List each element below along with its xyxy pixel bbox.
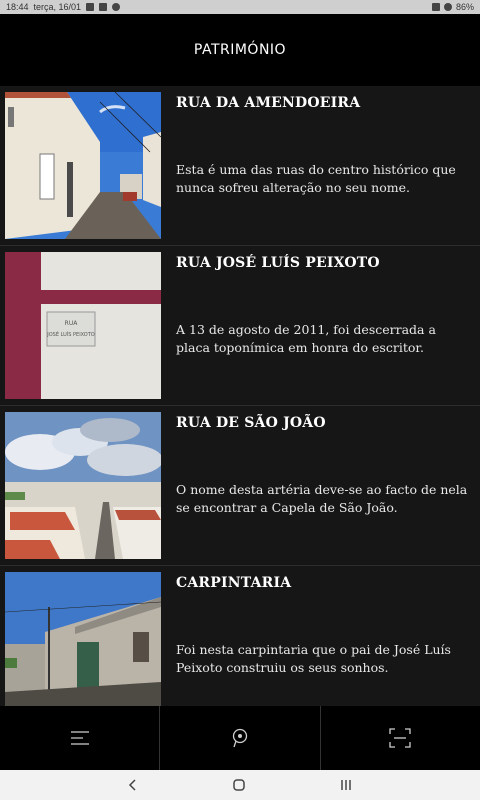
item-description: Esta é uma das ruas do centro histórico …	[176, 162, 456, 195]
plaque-line-2: JOSÉ LUÍS PEIXOTO	[46, 330, 95, 338]
recents-icon[interactable]	[339, 778, 353, 792]
scan-button[interactable]	[321, 706, 480, 770]
status-date: terça, 16/01	[33, 2, 82, 12]
scan-icon	[389, 728, 411, 748]
item-thumbnail: RUA JOSÉ LUÍS PEIXOTO	[5, 252, 161, 399]
item-description: O nome desta artéria deve-se ao facto de…	[176, 482, 468, 515]
status-time: 18:44	[6, 2, 29, 12]
gallery-notification-icon	[86, 3, 95, 11]
system-navigation-bar	[0, 770, 480, 800]
item-description: A 13 de agosto de 2011, foi descerrada a…	[176, 322, 436, 355]
plaque-line-1: RUA	[65, 320, 79, 327]
list-item[interactable]: RUA DA AMENDOEIRA Esta é uma das ruas do…	[0, 86, 480, 246]
map-pin-icon	[232, 728, 248, 748]
wifi-icon	[443, 3, 452, 11]
bottom-navigation	[0, 706, 480, 770]
download-notification-icon	[99, 3, 108, 11]
item-title: CARPINTARIA	[176, 575, 292, 591]
list-item[interactable]: RUA DE SÃO JOÃO O nome desta artéria dev…	[0, 406, 480, 566]
item-title: RUA DE SÃO JOÃO	[176, 415, 326, 431]
menu-button[interactable]	[0, 706, 161, 770]
item-thumbnail	[5, 572, 161, 706]
battery-level: 86%	[455, 2, 474, 12]
list-item[interactable]: RUA JOSÉ LUÍS PEIXOTO RUA JOSÉ LUÍS PEIX…	[0, 246, 480, 406]
item-thumbnail	[5, 412, 161, 559]
list-item[interactable]: CARPINTARIA Foi nesta carpintaria que o …	[0, 566, 480, 706]
status-bar: 18:44 terça, 16/01 86%	[0, 0, 480, 14]
menu-icon	[70, 731, 89, 745]
back-icon[interactable]	[127, 778, 139, 792]
item-title: RUA DA AMENDOEIRA	[176, 95, 361, 111]
messenger-notification-icon	[112, 3, 121, 11]
item-thumbnail	[5, 92, 161, 239]
app-header: PATRIMÓNIO	[0, 14, 480, 86]
page-title: PATRIMÓNIO	[193, 42, 287, 58]
item-title: RUA JOSÉ LUÍS PEIXOTO	[176, 255, 380, 271]
home-icon[interactable]	[232, 778, 246, 792]
map-button[interactable]	[160, 706, 321, 770]
item-description: Foi nesta carpintaria que o pai de José …	[176, 642, 451, 675]
heritage-list[interactable]: RUA DA AMENDOEIRA Esta é uma das ruas do…	[0, 86, 480, 706]
mute-icon	[431, 3, 440, 11]
